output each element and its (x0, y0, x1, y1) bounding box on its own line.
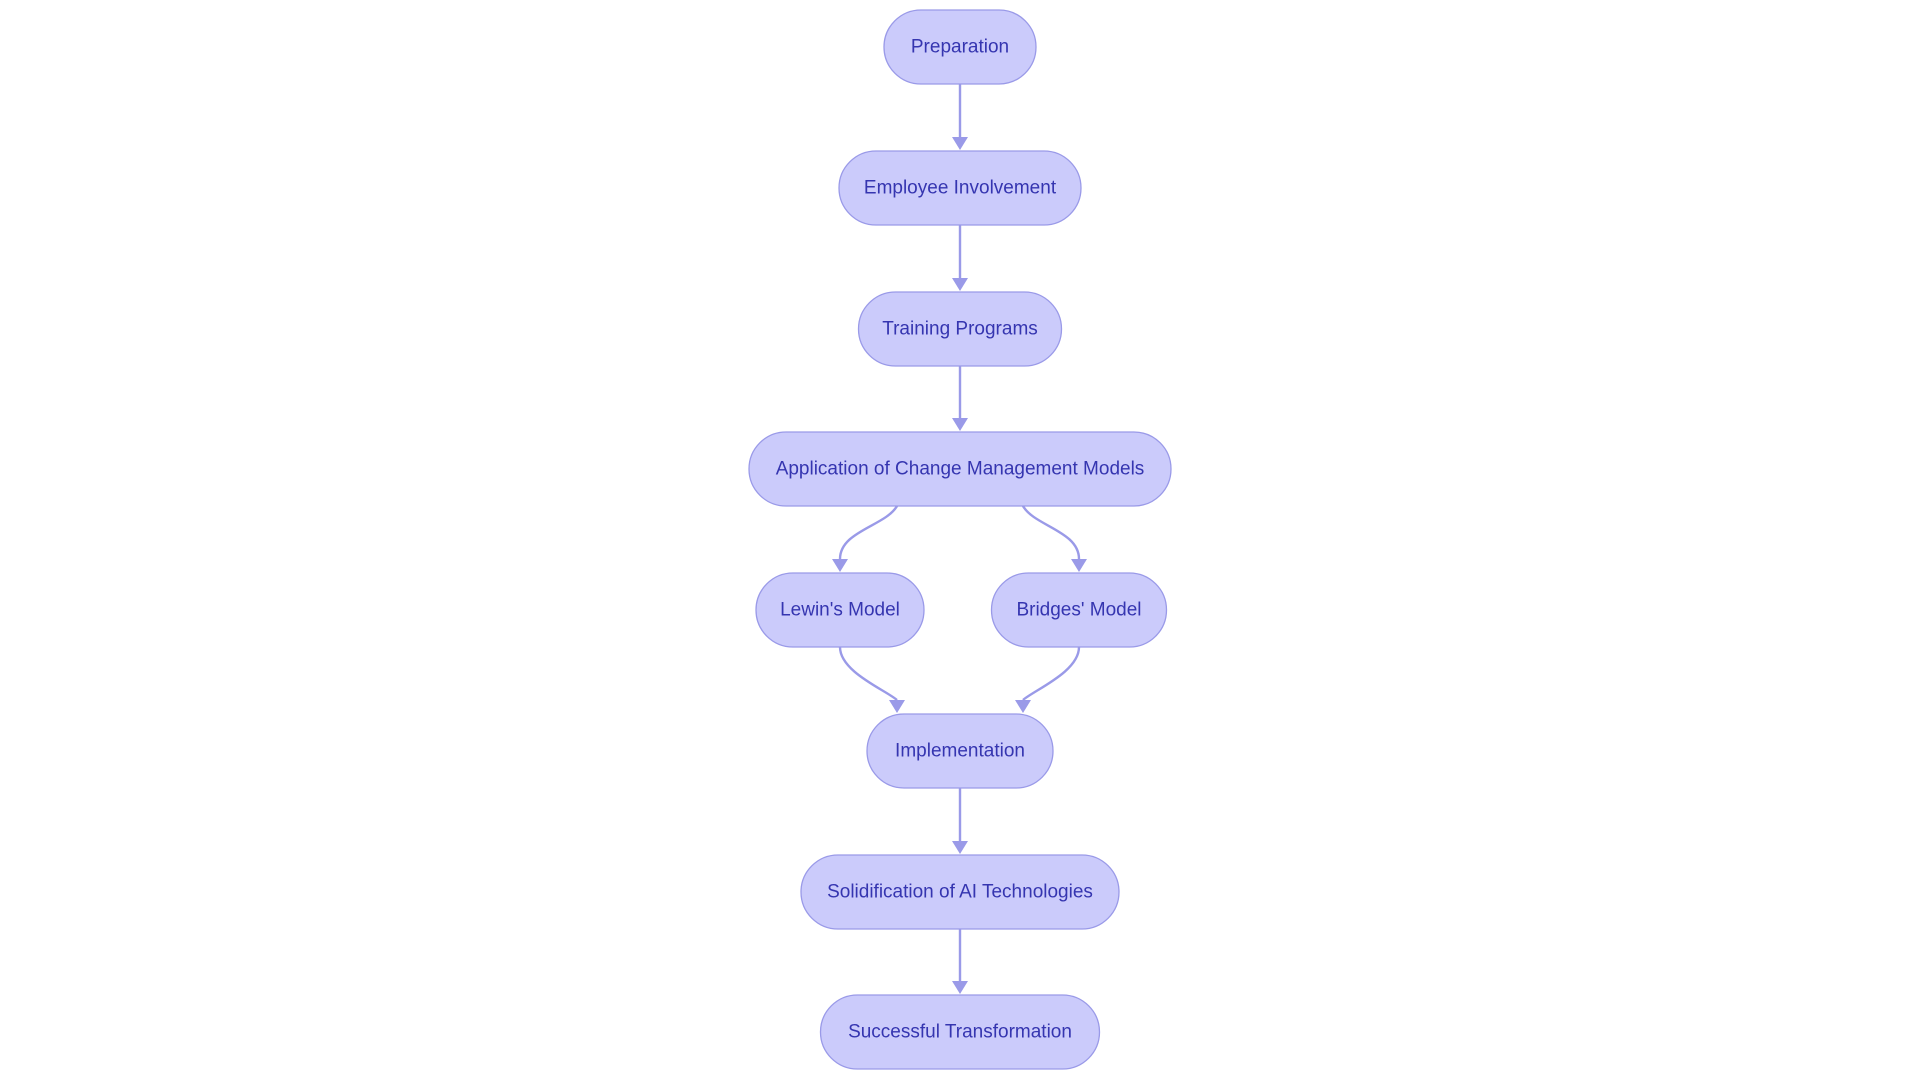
arrowhead-icon (952, 418, 968, 431)
node-app: Application of Change Management Models (748, 431, 1172, 507)
node-train: Training Programs (857, 291, 1063, 367)
node-solid: Solidification of AI Technologies (800, 854, 1120, 930)
flowchart: Preparation Employee Involvement Training … (748, 9, 1172, 1070)
node-label: Application of Change Management Models (776, 459, 1145, 480)
node-label: Bridges' Model (1016, 600, 1141, 621)
arrowhead-icon (1015, 700, 1031, 713)
edge-bridges-impl (1022, 646, 1081, 701)
node-success: Successful Transformation (819, 994, 1101, 1070)
edge-lewin-impl (838, 646, 898, 701)
arrowhead-icon (952, 137, 968, 150)
arrowhead-icon (952, 841, 968, 854)
edge-app-bridges (1021, 505, 1081, 560)
node-lewin: Lewin's Model (755, 572, 925, 648)
node-label: Successful Transformation (848, 1022, 1072, 1043)
arrowhead-icon (952, 981, 968, 994)
node-emp: Employee Involvement (838, 150, 1082, 226)
arrowhead-icon (1071, 559, 1087, 572)
nodes: Preparation Employee Involvement Training … (748, 9, 1172, 1070)
node-label: Implementation (895, 741, 1025, 762)
arrowhead-icon (952, 278, 968, 291)
arrowhead-icon (889, 700, 905, 713)
node-label: Training Programs (882, 319, 1038, 340)
arrowhead-icon (832, 559, 848, 572)
node-bridges: Bridges' Model (990, 572, 1168, 648)
node-prep: Preparation (883, 9, 1037, 85)
edge-app-lewin (838, 505, 899, 560)
node-label: Employee Involvement (864, 178, 1057, 199)
node-impl: Implementation (866, 713, 1054, 789)
node-label: Preparation (911, 37, 1009, 58)
node-label: Solidification of AI Technologies (827, 882, 1093, 903)
node-label: Lewin's Model (780, 600, 900, 621)
